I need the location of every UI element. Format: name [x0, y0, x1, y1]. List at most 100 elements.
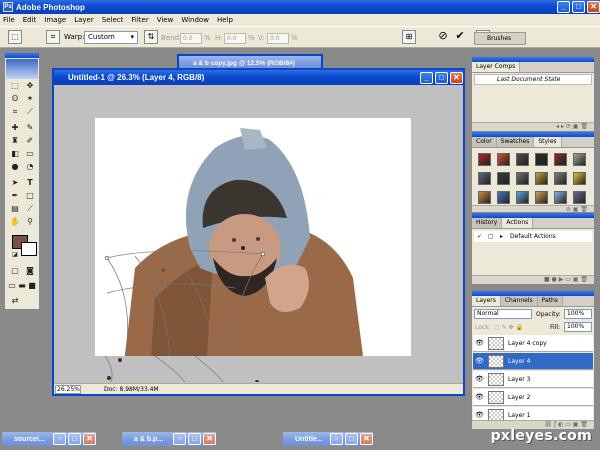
layer-row[interactable]: 👁 Layer 2 — [473, 389, 593, 406]
menu-filter[interactable]: Filter — [131, 16, 148, 24]
screen-mode-standard-icon[interactable]: ▭ — [7, 280, 17, 291]
style-swatch[interactable] — [554, 191, 567, 204]
path-selection-tool-icon[interactable]: ➤ — [9, 177, 21, 188]
crop-tool-icon[interactable]: ⌗ — [9, 106, 21, 117]
screen-mode-full-icon[interactable]: ■ — [27, 280, 37, 291]
opacity-input[interactable]: 100% — [564, 309, 592, 319]
eye-icon[interactable]: 👁 — [475, 375, 484, 383]
document-size[interactable]: Doc: 8.98M/33.4M — [104, 385, 159, 394]
tab-layers[interactable]: Layers — [472, 296, 501, 306]
blur-tool-icon[interactable]: ● — [9, 161, 21, 172]
warp-handle[interactable] — [104, 255, 110, 261]
eyedropper-tool-icon[interactable]: ⟋ — [24, 203, 36, 214]
layer-row[interactable]: 👁 Layer 3 — [473, 371, 593, 388]
warp-style-select[interactable]: Custom ▾ — [84, 31, 138, 44]
palette-footer-icons[interactable]: ■ ● ▶ ▭ ▣ 🗑 — [544, 276, 588, 283]
warp-handle[interactable] — [161, 268, 165, 272]
menu-edit[interactable]: Edit — [23, 16, 37, 24]
zoom-field[interactable]: 26.25% — [55, 385, 81, 394]
transform-tool-preset-icon[interactable]: ⬚ — [8, 30, 22, 44]
style-swatch[interactable] — [497, 153, 510, 166]
minimized-window-1[interactable]: sourcei... ▫ □ ✕ — [2, 432, 96, 446]
maximize-icon[interactable]: □ — [188, 433, 201, 445]
close-icon[interactable]: ✕ — [587, 1, 600, 13]
quick-mask-icon[interactable]: ◙ — [24, 265, 36, 276]
warp-handle[interactable] — [241, 246, 245, 250]
eraser-tool-icon[interactable]: ◧ — [9, 148, 21, 159]
h-input[interactable]: 0.0 — [224, 33, 246, 44]
style-swatch[interactable] — [573, 191, 586, 204]
jump-to-imageready-icon[interactable]: ⇄ — [9, 295, 21, 306]
style-swatch[interactable] — [516, 153, 529, 166]
warp-orientation-icon[interactable]: ⇅ — [144, 30, 158, 44]
document-minimize-icon[interactable]: _ — [420, 71, 433, 84]
clone-stamp-tool-icon[interactable]: ♜ — [9, 135, 21, 146]
minimize-icon[interactable]: _ — [557, 1, 570, 13]
default-colors-icon[interactable]: ◪ — [9, 249, 21, 260]
menu-window[interactable]: Window — [181, 16, 209, 24]
document-maximize-icon[interactable]: □ — [435, 71, 448, 84]
warp-handle[interactable] — [260, 251, 266, 257]
eye-icon[interactable]: 👁 — [475, 393, 484, 401]
layer-row[interactable]: 👁 Layer 4 copy — [473, 335, 593, 352]
warp-mode-icon[interactable]: ⊞ — [402, 30, 416, 44]
tab-history[interactable]: History — [472, 218, 503, 228]
menu-help[interactable]: Help — [217, 16, 233, 24]
style-swatch[interactable] — [516, 191, 529, 204]
eye-icon[interactable]: 👁 — [475, 339, 484, 347]
tools-palette-titlebar[interactable] — [5, 53, 39, 58]
v-input[interactable]: 0.0 — [267, 33, 289, 44]
style-swatch[interactable] — [516, 172, 529, 185]
style-swatch[interactable] — [554, 153, 567, 166]
gradient-tool-icon[interactable]: ▭ — [24, 148, 36, 159]
healing-brush-tool-icon[interactable]: ✚ — [9, 122, 21, 133]
menu-select[interactable]: Select — [102, 16, 124, 24]
style-swatch[interactable] — [554, 172, 567, 185]
close-icon[interactable]: ✕ — [83, 433, 96, 445]
commit-transform-icon[interactable]: ✔ — [453, 30, 467, 44]
brushes-tab[interactable]: Brushes — [474, 32, 526, 45]
tab-paths[interactable]: Paths — [537, 296, 563, 306]
style-swatch[interactable] — [497, 191, 510, 204]
hand-tool-icon[interactable]: ✋ — [9, 216, 21, 227]
close-icon[interactable]: ✕ — [203, 433, 216, 445]
image-canvas[interactable] — [95, 118, 411, 356]
layer-comp-row[interactable]: Last Document State — [474, 74, 592, 85]
tools-logo-icon[interactable] — [6, 59, 38, 79]
action-set-row[interactable]: ✓ ▢ ▸ Default Actions — [474, 231, 592, 242]
style-swatch[interactable] — [478, 172, 491, 185]
fill-input[interactable]: 100% — [564, 322, 592, 332]
style-swatch[interactable] — [535, 191, 548, 204]
zoom-tool-icon[interactable]: ⚲ — [24, 216, 36, 227]
standard-mode-icon[interactable]: ▢ — [9, 265, 21, 276]
lock-icons[interactable]: ▢ ✎ ✥ 🔒 — [494, 324, 523, 331]
style-swatch[interactable] — [497, 172, 510, 185]
style-swatch[interactable] — [478, 153, 491, 166]
restore-icon[interactable]: ▫ — [173, 433, 186, 445]
style-swatch[interactable] — [573, 153, 586, 166]
tab-actions[interactable]: Actions — [502, 218, 534, 228]
document-close-icon[interactable]: ✕ — [450, 71, 463, 84]
minimized-window-2[interactable]: a & b.p... ▫ □ ✕ — [122, 432, 216, 446]
background-color-swatch[interactable] — [21, 242, 37, 256]
move-tool-icon[interactable]: ✥ — [24, 80, 36, 91]
blend-mode-select[interactable]: Normal — [474, 309, 532, 319]
style-swatch[interactable] — [535, 153, 548, 166]
menu-image[interactable]: Image — [44, 16, 66, 24]
eye-icon[interactable]: 👁 — [475, 357, 484, 365]
checkmark-icon[interactable]: ✓ — [477, 231, 482, 242]
maximize-icon[interactable]: □ — [68, 433, 81, 445]
layer-row[interactable]: 👁 Layer 4 — [473, 353, 593, 370]
eye-icon[interactable]: 👁 — [475, 411, 484, 419]
warp-handle[interactable] — [107, 376, 111, 380]
close-icon[interactable]: ✕ — [360, 433, 373, 445]
notes-tool-icon[interactable]: ▤ — [9, 203, 21, 214]
bend-input[interactable]: 0.0 — [180, 33, 202, 44]
magic-wand-tool-icon[interactable]: ✶ — [24, 93, 36, 104]
slice-tool-icon[interactable]: ⟋ — [24, 106, 36, 117]
restore-icon[interactable]: ▫ — [330, 433, 343, 445]
shape-tool-icon[interactable]: □ — [24, 190, 36, 201]
style-swatch[interactable] — [573, 172, 586, 185]
lasso-tool-icon[interactable]: ʘ — [9, 93, 21, 104]
expand-triangle-icon[interactable]: ▸ — [500, 231, 503, 242]
